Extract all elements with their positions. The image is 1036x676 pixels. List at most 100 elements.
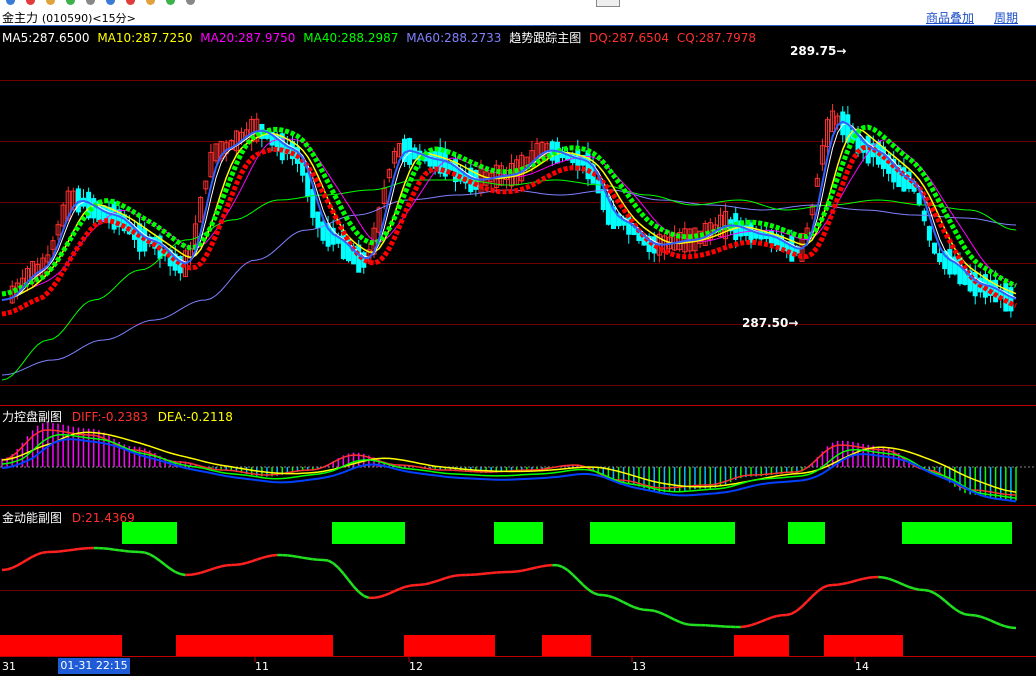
candle-body	[921, 210, 927, 222]
energy-line-segment	[149, 553, 156, 559]
energy-line-segment	[949, 604, 956, 610]
energy-line-segment	[592, 591, 599, 596]
energy-line-segment	[62, 549, 69, 553]
energy-line-segment	[332, 562, 340, 569]
energy-line-segment	[984, 617, 991, 622]
energy-line-segment	[352, 585, 360, 593]
energy-line-segment	[455, 573, 461, 577]
energy-line-segment	[287, 554, 293, 558]
energy-line-segment	[424, 581, 431, 586]
energy-line-segment	[536, 565, 543, 569]
kline-chart[interactable]	[0, 0, 1036, 676]
energy-line-segment	[42, 550, 49, 554]
energy-line-segment	[11, 564, 18, 570]
energy-green-block	[788, 522, 825, 544]
energy-line-segment	[943, 599, 951, 606]
candle-body	[626, 216, 632, 235]
energy-line-segment	[6, 566, 13, 571]
energy-line-segment	[557, 564, 563, 569]
energy-green-block	[494, 522, 543, 544]
energy-line-segment	[801, 600, 808, 608]
energy-line-segment	[613, 596, 620, 601]
energy-line-segment	[195, 571, 201, 576]
energy-line-segment	[398, 585, 405, 591]
energy-line-segment	[745, 623, 752, 628]
candle-body	[310, 189, 316, 218]
energy-line-segment	[103, 547, 110, 551]
energy-line-segment	[582, 583, 589, 591]
energy-line-segment	[566, 569, 574, 576]
energy-line-segment	[292, 554, 298, 559]
energy-line-segment	[491, 571, 497, 575]
energy-line-segment	[383, 592, 390, 597]
energy-line-segment	[307, 557, 313, 561]
energy-line-segment	[78, 547, 84, 551]
energy-line-segment	[475, 572, 482, 576]
energy-line-segment	[439, 577, 446, 582]
energy-line-segment	[883, 576, 889, 580]
energy-line-segment	[378, 594, 385, 599]
energy-line-segment	[796, 605, 803, 612]
energy-line-segment	[776, 613, 782, 618]
energy-line-segment	[658, 611, 665, 616]
energy-line-segment	[959, 611, 966, 616]
energy-line-segment	[653, 609, 660, 614]
energy-line-segment	[587, 588, 594, 594]
diff-line	[1, 429, 1017, 496]
energy-green-block	[332, 522, 405, 544]
energy-line-segment	[297, 555, 303, 559]
energy-line-segment	[571, 573, 579, 581]
energy-line-segment	[347, 579, 355, 588]
energy-line-segment	[995, 621, 1002, 626]
energy-line-segment	[261, 555, 268, 560]
energy-line-segment	[903, 583, 910, 589]
energy-line-segment	[139, 550, 145, 554]
x-tick-label: 13	[632, 660, 646, 673]
energy-line-segment	[674, 618, 681, 624]
energy-line-segment	[648, 608, 655, 613]
energy-red-block	[542, 635, 591, 656]
energy-line-segment	[357, 590, 365, 597]
energy-line-segment	[684, 622, 691, 627]
candle-body	[315, 211, 321, 229]
energy-green-block	[590, 522, 735, 544]
energy-line-segment	[740, 625, 747, 629]
energy-line-segment	[393, 587, 400, 593]
energy-line-segment	[124, 549, 130, 553]
energy-line-segment	[837, 582, 843, 586]
energy-line-segment	[628, 603, 635, 609]
macd-signal-line	[1, 433, 1017, 499]
energy-line-segment	[200, 570, 207, 574]
x-tick-label: 11	[255, 660, 269, 673]
energy-line-segment	[108, 547, 115, 551]
energy-line-segment	[342, 572, 350, 581]
energy-line-segment	[312, 557, 319, 561]
energy-line-segment	[16, 561, 24, 567]
energy-line-segment	[1005, 625, 1012, 629]
energy-line-segment	[180, 572, 186, 577]
energy-red-block	[404, 635, 495, 656]
energy-line-segment	[924, 588, 930, 593]
energy-line-segment	[791, 609, 798, 615]
energy-line-segment	[663, 613, 671, 619]
energy-line-segment	[857, 577, 864, 582]
energy-red-block	[176, 635, 333, 656]
candle-body	[412, 147, 418, 160]
energy-line-segment	[388, 590, 395, 595]
energy-red-block	[734, 635, 789, 656]
energy-line-segment	[750, 622, 757, 627]
energy-line-segment	[979, 615, 986, 620]
candle-body	[932, 242, 937, 254]
energy-line-segment	[444, 575, 451, 580]
energy-green-block	[122, 522, 177, 544]
energy-line-segment	[526, 567, 533, 571]
energy-line-segment	[154, 556, 161, 562]
energy-line-segment	[576, 578, 584, 586]
energy-line-segment	[771, 614, 777, 619]
energy-line-segment	[215, 565, 222, 570]
energy-line-segment	[419, 583, 426, 587]
energy-line-segment	[928, 589, 936, 595]
energy-line-segment	[246, 560, 253, 565]
energy-line-segment	[668, 615, 676, 621]
energy-line-segment	[862, 576, 869, 581]
